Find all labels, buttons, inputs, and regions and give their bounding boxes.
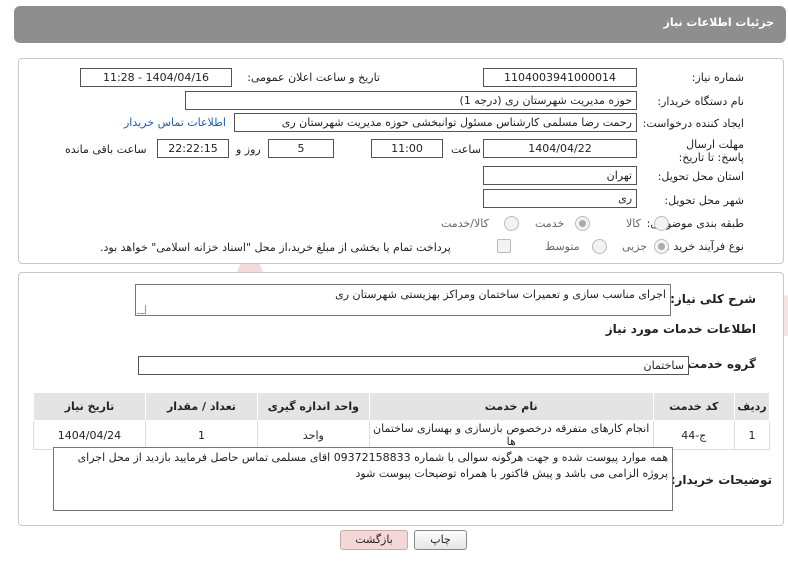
buyer-org-label: نام دستگاه خریدار: bbox=[657, 95, 744, 108]
services-table: ردیف کد خدمت نام خدمت واحد اندازه گیری ت… bbox=[33, 392, 770, 450]
cell-service-code: ج-44 bbox=[652, 420, 735, 450]
city-field[interactable]: ری bbox=[483, 189, 637, 208]
service-group-field[interactable]: ساختمان bbox=[138, 356, 689, 375]
purchase-minor-radio[interactable] bbox=[654, 239, 669, 254]
deadline-label: مهلت ارسال پاسخ: تا تاریخ: bbox=[678, 138, 744, 164]
need-number-field[interactable]: 1104003941000014 bbox=[483, 68, 637, 87]
remaining-time-label: ساعت باقی مانده bbox=[65, 143, 147, 156]
deadline-time-field[interactable]: 11:00 bbox=[371, 139, 443, 158]
services-section-title: اطلاعات خدمات مورد نیاز bbox=[605, 322, 756, 336]
page-title: جزئیات اطلاعات نیاز bbox=[663, 16, 775, 29]
remaining-time-field[interactable]: 22:22:15 bbox=[157, 139, 229, 158]
province-field[interactable]: تهران bbox=[483, 166, 637, 185]
purchase-medium-label: متوسط bbox=[545, 240, 580, 253]
back-button[interactable]: بازگشت bbox=[340, 530, 408, 550]
category-service-radio[interactable] bbox=[575, 216, 590, 231]
print-button[interactable]: چاپ bbox=[414, 530, 467, 550]
remaining-days-field[interactable]: 5 bbox=[268, 139, 334, 158]
purchase-type-label: نوع فرآیند خرید : bbox=[666, 240, 744, 253]
col-service-code: کد خدمت bbox=[652, 392, 735, 421]
city-label: شهر محل تحویل: bbox=[664, 194, 744, 207]
page-header: جزئیات اطلاعات نیاز bbox=[14, 6, 786, 43]
announce-datetime-label: تاریخ و ساعت اعلان عمومی: bbox=[247, 71, 380, 84]
cell-need-date: 1404/04/24 bbox=[33, 420, 146, 450]
deadline-time-label: ساعت bbox=[451, 143, 481, 156]
requester-field[interactable]: رحمت رضا مسلمی کارشناس مسئول توانبخشی حو… bbox=[234, 113, 637, 132]
days-label: روز و bbox=[236, 143, 261, 156]
col-row: ردیف bbox=[734, 392, 770, 421]
summary-resize-icon[interactable] bbox=[137, 305, 146, 314]
category-goods-label: کالا bbox=[626, 217, 641, 230]
table-row[interactable]: 1 ج-44 انجام کارهای متفرقه درخصوص بازساز… bbox=[33, 420, 770, 450]
buyer-notes-label: توضیحات خریدار: bbox=[670, 473, 772, 487]
cell-service-name: انجام کارهای متفرقه درخصوص بازسازی و بهس… bbox=[368, 420, 654, 450]
summary-label: شرح کلی نیاز: bbox=[670, 292, 756, 306]
col-quantity: تعداد / مقدار bbox=[144, 392, 258, 421]
category-service-label: خدمت bbox=[535, 217, 565, 230]
service-group-label: گروه خدمت: bbox=[682, 357, 756, 371]
buyer-org-field[interactable]: حوزه مدیریت شهرستان ری (درجه 1) bbox=[185, 91, 637, 110]
cell-quantity: 1 bbox=[144, 420, 258, 450]
treasury-payment-note: پرداخت تمام یا بخشی از مبلغ خرید،از محل … bbox=[100, 241, 451, 254]
col-need-date: تاریخ نیاز bbox=[33, 392, 146, 421]
buyer-notes-field[interactable]: همه موارد پیوست شده و جهت هرگونه سوالی ب… bbox=[53, 447, 673, 511]
category-goods-service-label: کالا/خدمت bbox=[441, 217, 489, 230]
buyer-contact-link[interactable]: اطلاعات تماس خریدار bbox=[124, 116, 226, 129]
cell-row: 1 bbox=[734, 420, 770, 450]
purchase-medium-radio[interactable] bbox=[592, 239, 607, 254]
treasury-payment-checkbox[interactable] bbox=[497, 239, 511, 253]
requester-label: ایجاد کننده درخواست: bbox=[642, 117, 744, 130]
services-table-header: ردیف کد خدمت نام خدمت واحد اندازه گیری ت… bbox=[33, 392, 770, 421]
col-service-name: نام خدمت bbox=[368, 392, 654, 421]
cell-unit: واحد bbox=[256, 420, 370, 450]
category-goods-radio[interactable] bbox=[654, 216, 669, 231]
province-label: استان محل تحویل: bbox=[657, 170, 744, 183]
need-number-label: شماره نیاز: bbox=[691, 71, 744, 84]
col-unit: واحد اندازه گیری bbox=[256, 392, 370, 421]
deadline-date-field[interactable]: 1404/04/22 bbox=[483, 139, 637, 158]
purchase-minor-label: جزیی bbox=[622, 240, 648, 253]
announce-datetime-field[interactable]: 1404/04/16 - 11:28 bbox=[80, 68, 232, 87]
summary-field[interactable]: اجرای مناسب سازی و تعمیرات ساختمان ومراک… bbox=[135, 284, 671, 316]
category-goods-service-radio[interactable] bbox=[504, 216, 519, 231]
